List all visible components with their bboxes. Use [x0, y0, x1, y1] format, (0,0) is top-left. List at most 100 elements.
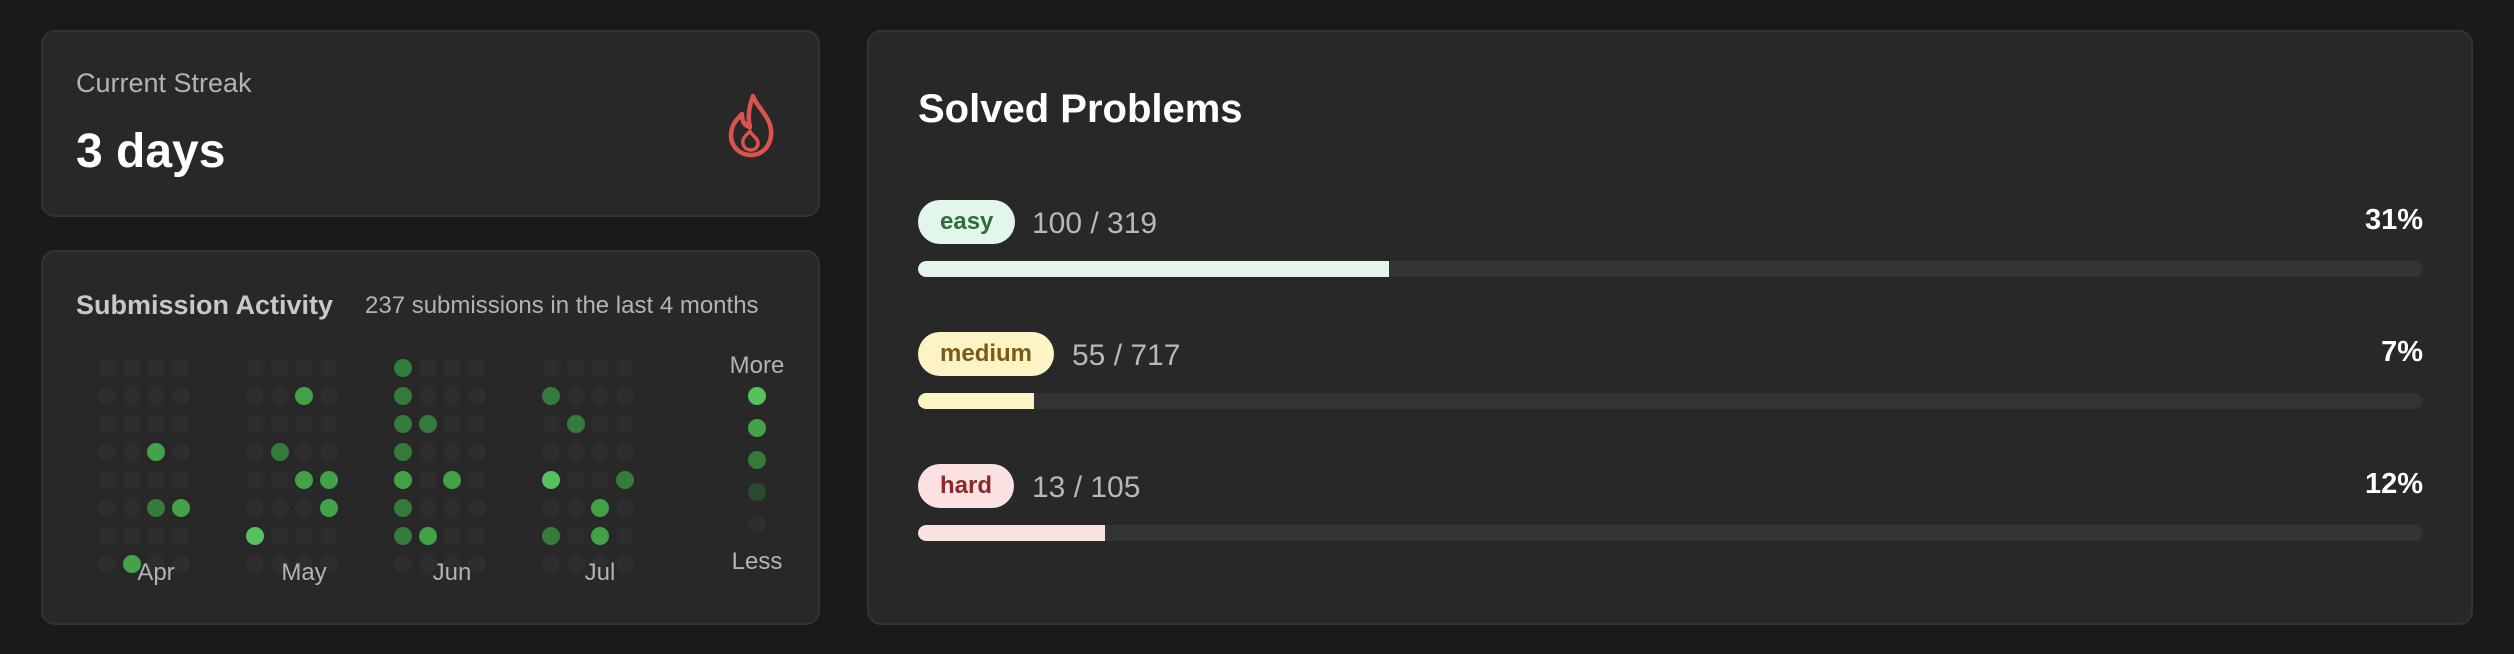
activity-cell [319, 499, 338, 517]
activity-cell [246, 499, 264, 517]
activity-cell [147, 527, 165, 545]
legend-swatch [748, 419, 766, 437]
activity-cell [394, 471, 412, 489]
activity-cell [394, 499, 412, 517]
hard-progress-fill [918, 525, 1105, 541]
activity-cell [443, 443, 461, 461]
activity-cell [418, 527, 437, 545]
easy-percent: 31% [2364, 204, 2423, 236]
medium-badge: medium [918, 332, 1055, 376]
activity-cell [98, 443, 116, 461]
hard-badge: hard [918, 464, 1015, 508]
activity-cell [98, 527, 116, 545]
activity-cell [591, 359, 609, 377]
easy-progress-track [918, 261, 2423, 277]
activity-cell [270, 443, 289, 461]
activity-cell [542, 471, 560, 489]
activity-cell [542, 415, 560, 433]
activity-cell [98, 555, 116, 573]
activity-cell [122, 471, 141, 489]
activity-cell [171, 359, 190, 377]
activity-cell [295, 387, 313, 405]
activity-cell [171, 471, 190, 489]
solved-problems-title: Solved Problems [918, 87, 1243, 131]
activity-cell [443, 527, 461, 545]
activity-cell [246, 359, 264, 377]
activity-cell [319, 387, 338, 405]
month-label-apr: Apr [137, 559, 175, 586]
activity-cell [566, 555, 585, 573]
activity-cell [171, 443, 190, 461]
activity-cell [394, 387, 412, 405]
activity-cell [295, 415, 313, 433]
activity-cell [591, 527, 609, 545]
activity-cell [467, 443, 486, 461]
activity-cell [418, 359, 437, 377]
activity-cell [566, 387, 585, 405]
legend-less-label: Less [731, 548, 783, 575]
activity-cell [98, 415, 116, 433]
activity-cell [122, 527, 141, 545]
activity-cell [443, 499, 461, 517]
activity-cell [566, 443, 585, 461]
flame-icon [728, 93, 774, 158]
hard-count: 13 / 105 [1032, 471, 1141, 504]
activity-cell [566, 359, 585, 377]
activity-cell [418, 499, 437, 517]
difficulty-row-hard: hard 13 / 105 12% [918, 464, 2423, 544]
activity-cell [270, 527, 289, 545]
activity-cell [394, 415, 412, 433]
activity-cell [319, 443, 338, 461]
activity-cell [270, 415, 289, 433]
medium-count: 55 / 717 [1072, 339, 1181, 372]
activity-cell [122, 359, 141, 377]
activity-cell [591, 499, 609, 517]
activity-cell [615, 555, 634, 573]
activity-cell [591, 443, 609, 461]
submission-activity-card: Submission Activity 237 submissions in t… [41, 250, 820, 625]
activity-cell [246, 555, 264, 573]
activity-cell [122, 387, 141, 405]
hard-progress-track [918, 525, 2423, 541]
activity-cell [270, 499, 289, 517]
activity-cell [615, 527, 634, 545]
easy-badge: easy [918, 200, 1016, 244]
activity-cell [591, 415, 609, 433]
difficulty-row-easy: easy 100 / 319 31% [918, 200, 2423, 280]
activity-cell [542, 387, 560, 405]
activity-cell [246, 471, 264, 489]
streak-label: Current Streak [76, 68, 252, 98]
activity-cell [98, 359, 116, 377]
medium-percent: 7% [2381, 336, 2423, 368]
activity-cell [467, 527, 486, 545]
current-streak-card: Current Streak 3 days [41, 30, 820, 217]
activity-cell [443, 359, 461, 377]
activity-cell [394, 359, 412, 377]
legend-more-label: More [729, 352, 785, 379]
activity-cell [122, 443, 141, 461]
activity-cell [467, 471, 486, 489]
activity-cell [270, 387, 289, 405]
activity-cell [591, 387, 609, 405]
hard-percent: 12% [2364, 468, 2423, 500]
medium-progress-fill [918, 393, 1034, 409]
activity-cell [270, 471, 289, 489]
legend-swatch [748, 515, 766, 533]
activity-cell [542, 499, 560, 517]
activity-cell [147, 471, 165, 489]
activity-cell [295, 359, 313, 377]
legend-swatch [748, 451, 766, 469]
activity-cell [615, 387, 634, 405]
activity-cell [443, 471, 461, 489]
medium-progress-track [918, 393, 2423, 409]
activity-cell [171, 499, 190, 517]
easy-progress-fill [918, 261, 1390, 277]
activity-cell [246, 443, 264, 461]
activity-cell [615, 359, 634, 377]
activity-cell [443, 415, 461, 433]
activity-cell [467, 359, 486, 377]
activity-cell [98, 387, 116, 405]
activity-cell [171, 387, 190, 405]
activity-cell [542, 359, 560, 377]
activity-cell [319, 527, 338, 545]
